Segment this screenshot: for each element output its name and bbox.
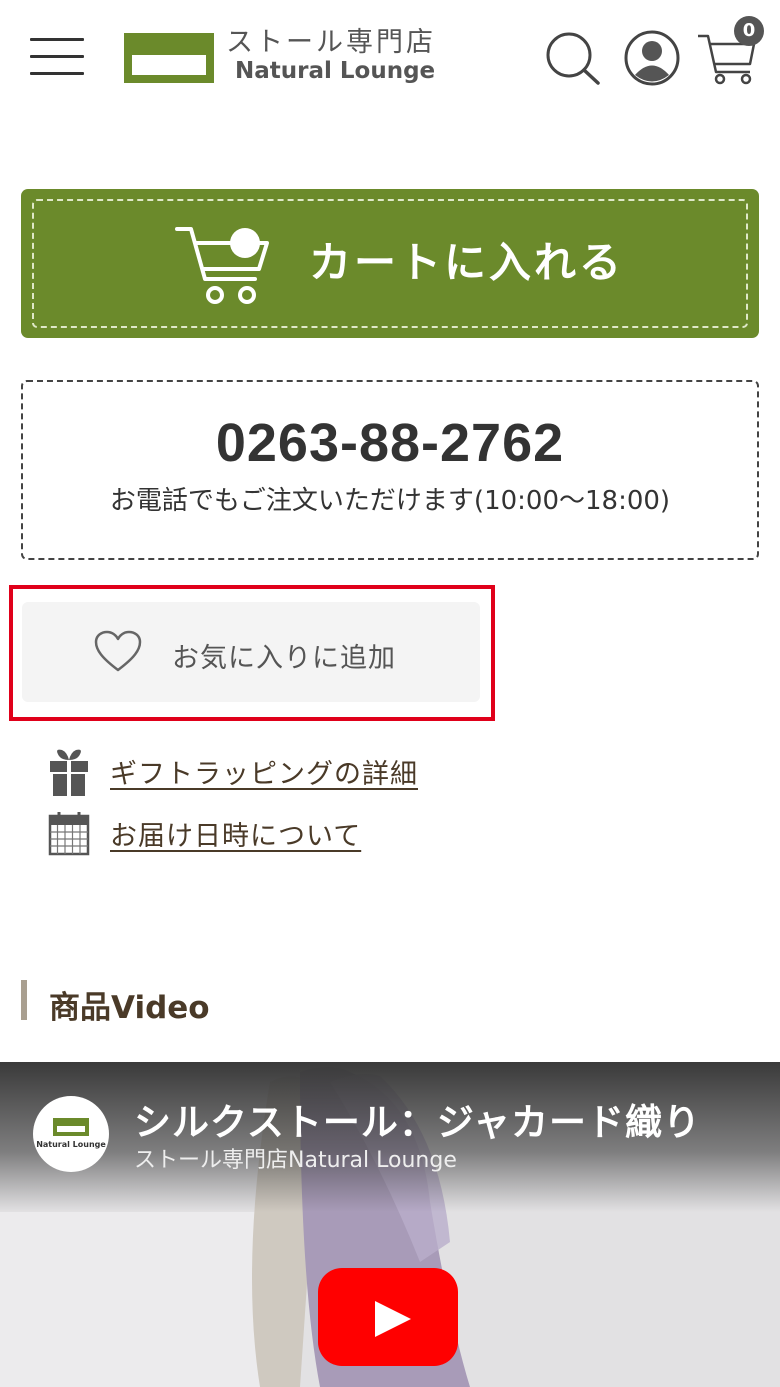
delivery-date-link[interactable]: お届け日時について	[110, 814, 361, 853]
play-icon[interactable]	[318, 1268, 458, 1366]
user-icon[interactable]	[624, 30, 680, 86]
add-to-cart-label: カートに入れる	[309, 238, 625, 287]
phone-order-note: お電話でもご注文いただけます(10:00〜18:00)	[109, 486, 671, 516]
phone-order-box: 0263-88-2762 お電話でもご注文いただけます(10:00〜18:00)	[21, 380, 759, 560]
calendar-icon	[48, 812, 90, 856]
logo-english-text: Natural Lounge	[235, 58, 436, 84]
hamburger-menu-icon[interactable]	[30, 38, 84, 78]
add-to-cart-button[interactable]: カートに入れる	[21, 189, 759, 338]
cart-count-badge: 0	[734, 16, 764, 46]
logo-mark	[124, 33, 214, 83]
gift-wrapping-link[interactable]: ギフトラッピングの詳細	[110, 752, 418, 791]
cart-icon[interactable]: 0	[696, 12, 764, 86]
logo-japanese-text: ストール専門店	[226, 27, 436, 58]
site-header: ストール専門店 Natural Lounge 0	[0, 0, 780, 120]
section-title: 商品Video	[49, 990, 210, 1026]
video-channel-name[interactable]: ストール専門店Natural Lounge	[134, 1142, 457, 1174]
add-to-favorites-button[interactable]: お気に入りに追加	[22, 602, 480, 702]
gift-icon	[50, 749, 88, 796]
product-video-player[interactable]: Natural Lounge シルクストール：ジャカード織り ストール専門店Na…	[0, 1062, 780, 1387]
video-title[interactable]: シルクストール：ジャカード織り	[134, 1092, 701, 1146]
add-to-favorites-label: お気に入りに追加	[172, 643, 396, 674]
phone-number[interactable]: 0263-88-2762	[23, 412, 757, 474]
heart-icon	[94, 630, 142, 672]
channel-avatar[interactable]: Natural Lounge	[33, 1096, 109, 1172]
site-logo[interactable]: ストール専門店 Natural Lounge	[124, 18, 464, 92]
search-icon[interactable]	[544, 30, 602, 86]
cart-icon	[175, 227, 269, 304]
